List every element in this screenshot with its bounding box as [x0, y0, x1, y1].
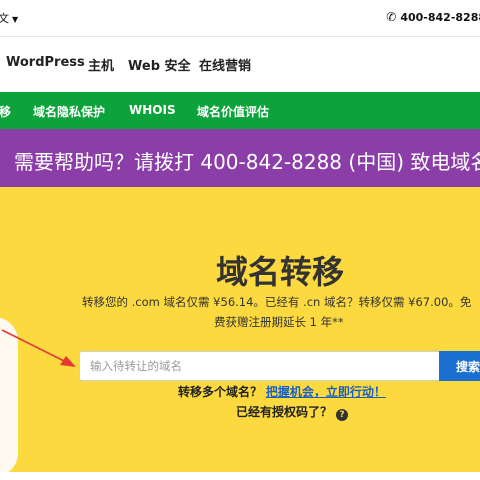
auth-code-question: 已经有授权码了？: [236, 405, 333, 419]
promo-text-line1: 转移您的 .com 域名仅需 ¥56.14。已经有 .cn 域名？转移仅需 ¥6…: [82, 295, 472, 309]
auth-code-row[interactable]: 已经有授权码了？?: [236, 403, 349, 421]
subnav-item-transfer[interactable]: 移: [0, 103, 11, 120]
annotation-arrow-icon: [1, 329, 76, 367]
search-button[interactable]: 搜索: [439, 351, 480, 381]
domain-search-input[interactable]: [79, 351, 441, 381]
caret-down-icon: ▼: [12, 15, 19, 24]
subnav-item-privacy[interactable]: 域名隐私保护: [33, 103, 105, 120]
main-nav: WordPress 主机 Web 安全 在线营销: [0, 37, 480, 91]
promo-text-line2: 费获赠注册期延长 1 年**: [214, 315, 344, 329]
help-banner: 需要帮助吗？请拨打 400-842-8288 (中国) 致电域名转: [0, 129, 480, 187]
nav-item-online-marketing[interactable]: 在线营销: [199, 55, 251, 74]
language-label: 文: [0, 12, 9, 25]
language-selector[interactable]: 文 ▼: [0, 10, 18, 26]
multi-transfer-row: 转移多个域名？ 把握机会，立即行动！: [178, 383, 386, 400]
top-bar: 文 ▼ ✆ 400-842-8288: [0, 0, 480, 37]
phone-contact[interactable]: ✆ 400-842-8288: [386, 10, 480, 24]
subnav-item-valuation[interactable]: 域名价值评估: [197, 103, 269, 120]
nav-item-web-security[interactable]: Web 安全: [128, 55, 191, 74]
sub-nav: 移 域名隐私保护 WHOIS 域名价值评估: [0, 92, 480, 129]
phone-number: 400-842-8288: [400, 11, 480, 24]
multi-transfer-question: 转移多个域名？: [178, 385, 263, 399]
nav-item-wordpress[interactable]: WordPress: [6, 55, 85, 70]
subnav-item-whois[interactable]: WHOIS: [129, 103, 176, 117]
multi-transfer-link[interactable]: 把握机会，立即行动！: [266, 385, 386, 399]
help-banner-text: 需要帮助吗？请拨打 400-842-8288 (中国) 致电域名转: [14, 150, 480, 174]
phone-icon: ✆: [386, 10, 397, 24]
nav-item-hosting[interactable]: 主机: [88, 55, 114, 74]
question-circle-icon[interactable]: ?: [336, 409, 349, 421]
page-title: 域名转移: [215, 253, 344, 291]
